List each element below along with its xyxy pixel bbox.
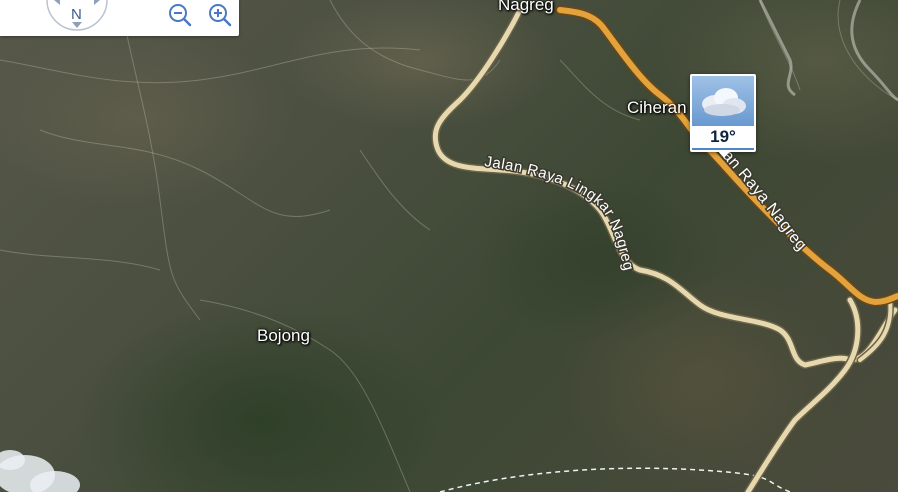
pan-left-icon — [54, 0, 60, 5]
zoom-in-icon[interactable] — [208, 3, 232, 27]
compass-north-label: N — [71, 6, 82, 23]
cloud-icon — [702, 88, 746, 116]
pan-right-icon — [94, 0, 100, 5]
zoom-out-icon[interactable] — [168, 3, 192, 27]
road-labels: Jalan Raya Lingkar Nagreg an Raya Nagreg — [482, 146, 811, 274]
road-label-raya-nagreg: an Raya Nagreg — [717, 146, 810, 256]
road-label-lingkar: Jalan Raya Lingkar Nagreg — [482, 152, 638, 274]
map-nav-panel: N — [0, 0, 239, 36]
weather-temperature: 19° — [692, 126, 754, 148]
weather-pin[interactable]: 19° — [690, 74, 756, 152]
satellite-map[interactable]: Nagreg Ciheran Bojong Jalan Raya Lingkar… — [0, 0, 898, 492]
weather-pin-pointer — [717, 150, 731, 158]
svg-text:Jalan Raya Lingkar Nagreg: Jalan Raya Lingkar Nagreg — [483, 153, 637, 272]
svg-text:an Raya Nagreg: an Raya Nagreg — [719, 147, 810, 254]
